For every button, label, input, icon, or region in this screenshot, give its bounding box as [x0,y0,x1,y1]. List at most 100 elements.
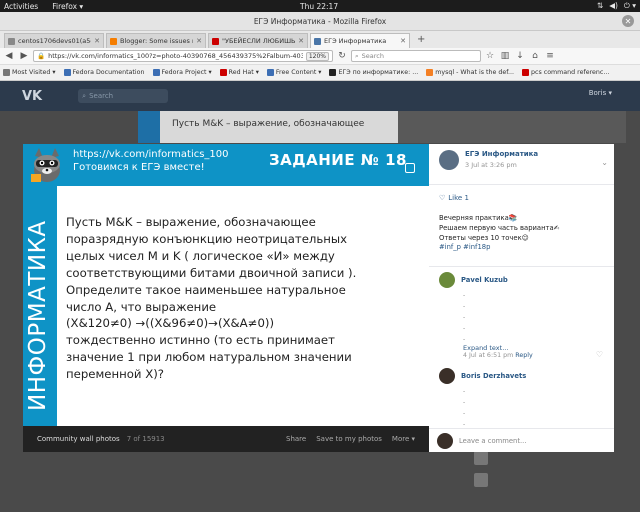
menu-icon[interactable]: ≡ [544,50,556,62]
downloads-icon[interactable]: ↓ [514,50,526,62]
avatar[interactable] [439,368,455,384]
power-icon: ⏻ ▾ [623,1,636,10]
close-tab-icon[interactable]: ✕ [94,37,100,45]
vk-search-input[interactable]: ⌕ Search [78,89,169,103]
folder-icon [219,69,227,76]
bookmark-red-hat[interactable]: Red Hat ▾ [219,69,259,76]
bookmark-ege[interactable]: ЕГЭ по информатике: ... [329,69,418,76]
bookmark-free-content[interactable]: Free Content ▾ [266,69,321,76]
comment-item: Boris Derzhavets . . . . [439,368,609,429]
youtube-icon [212,37,219,45]
task-text: Пусть M&K – выражение, обозначающее пора… [66,215,357,382]
search-icon: ⌕ [82,91,87,100]
back-icon[interactable]: ◀ [3,50,15,62]
comment-item: Pavel Kuzub . . . . . Expand text... 4 J… [439,272,609,359]
url-text: https://vk.com/informatics_100?z=photo-4… [48,52,303,60]
window-titlebar: ЕГЭ Информатика - Mozilla Firefox ✕ [0,12,640,31]
gear-icon [3,69,10,76]
comment-date[interactable]: 4 Jul at 6:51 pm [463,352,513,359]
redhat-icon [521,69,529,76]
navigation-bar: ◀ ▶ 🔒 https://vk.com/informatics_100?z=p… [0,48,640,65]
bookmark-mysql[interactable]: mysql - What is the def... [426,69,514,76]
bookmark-fedora-docs[interactable]: Fedora Documentation [63,69,145,76]
folder-icon [266,69,274,76]
task-title: ЗАДАНИЕ № 18 [269,151,407,169]
comments-panel: ЕГЭ Информатика 3 Jul at 3:26 pm ⌄ ♡ Lik… [429,144,614,452]
close-tab-icon[interactable]: ✕ [298,37,304,45]
ege-icon [329,69,337,76]
avatar[interactable] [439,272,455,288]
window-title: ЕГЭ Информатика - Mozilla Firefox [253,16,387,26]
background-post-strip [138,111,160,143]
bookmark-most-visited[interactable]: Most Visited ▾ [3,69,56,76]
post-text: Вечерняя практика📚 Решаем первую часть в… [439,214,560,253]
photo-subtitle: Готовимся к ЕГЭ вместе! [73,162,205,173]
photo-side-banner: ИНФОРМАТИКА [23,186,57,426]
photo-toolbar: Community wall photos 7 of 15913 Share S… [23,426,429,452]
tab-favicon-icon [8,37,15,45]
photo-image[interactable]: https://vk.com/informatics_100 Готовимся… [23,144,429,452]
lock-icon: 🔒 [37,52,46,60]
search-icon: ⌕ [355,51,359,60]
background-image [398,111,626,143]
reload-icon[interactable]: ↻ [336,50,348,62]
vertical-label: ИНФОРМАТИКА [25,220,51,411]
comment-text: . . . . . [463,290,466,342]
comment-meta: 4 Jul at 6:51 pm Reply [463,352,609,359]
folder-icon [152,69,160,76]
share-button[interactable]: Share [286,435,306,443]
fullscreen-icon[interactable] [405,163,415,173]
avatar [437,432,453,449]
save-to-photos-button[interactable]: Save to my photos [316,435,382,443]
owner-name[interactable]: ЕГЭ Информатика [465,150,538,158]
system-tray[interactable]: ⇅ ◀) ⏻ ▾ [597,1,636,11]
close-tab-icon[interactable]: ✕ [196,37,202,45]
home-icon[interactable]: ⌂ [529,50,541,62]
vk-logo[interactable]: VK [22,89,42,104]
tab-youtube[interactable]: "УБЕЙЕСЛИ ЛЮБИШЬ ✕ [208,33,308,48]
more-button[interactable]: More ▾ [392,435,415,443]
post-owner: ЕГЭ Информатика 3 Jul at 3:26 pm [439,150,538,170]
background-post: Пусть M&K – выражение, обозначающее [138,111,398,143]
library-icon[interactable]: ▥ [499,50,511,62]
tab-blogger[interactable]: Blogger: Some issues re ✕ [106,33,206,48]
clock[interactable]: Thu 22:17 [300,2,338,11]
bookmark-pcs[interactable]: pcs command referenc... [521,69,609,76]
forward-icon[interactable]: ▶ [18,50,30,62]
hashtags[interactable]: #inf_p #inf18p [439,243,559,253]
url-bar[interactable]: 🔒 https://vk.com/informatics_100?z=photo… [33,50,333,62]
activities-button[interactable]: Activities [4,2,38,11]
network-icon: ⇅ [596,1,604,10]
vk-header: VK ⌕ Search Boris ▾ [0,81,640,111]
post-date[interactable]: 3 Jul at 3:26 pm [465,161,538,169]
reply-button[interactable]: Reply [515,352,532,359]
vk-user-menu[interactable]: Boris ▾ [589,89,612,97]
volume-icon: ◀) [609,1,618,10]
chevron-down-icon[interactable]: ⌄ [601,158,608,167]
comment-author[interactable]: Boris Derzhavets [461,372,526,380]
photo-viewer: https://vk.com/informatics_100 Готовимся… [23,144,614,452]
like-button[interactable]: ♡ Like 1 [439,194,469,202]
new-tab-button[interactable]: + [412,33,430,48]
photo-link-text: https://vk.com/informatics_100 [73,149,229,160]
heart-icon: ♡ [439,194,446,202]
zoom-level[interactable]: 120% [305,51,329,61]
close-tab-icon[interactable]: ✕ [400,37,406,45]
tab-vk[interactable]: ЕГЭ Информатика ✕ [310,33,410,48]
comment-input[interactable]: Leave a comment... [429,428,614,452]
bookmark-star-icon[interactable]: ☆ [484,50,496,62]
app-menu[interactable]: Firefox ▾ [52,2,83,11]
album-label[interactable]: Community wall photos [37,435,120,443]
expand-text-link[interactable]: Expand text... [463,344,609,352]
avatar[interactable] [439,150,459,170]
divider [429,266,614,267]
search-input[interactable]: ⌕ Search [351,50,481,62]
close-window-icon[interactable]: ✕ [622,15,634,27]
comment-author[interactable]: Pavel Kuzub [461,276,508,284]
bookmarks-toolbar: Most Visited ▾ Fedora Documentation Fedo… [0,65,640,81]
heart-icon[interactable]: ♡ [596,350,603,359]
bookmark-fedora-project[interactable]: Fedora Project ▾ [152,69,212,76]
tab-centos[interactable]: centos1706devs01(a5eb01c:✕ [4,33,104,48]
os-top-bar: Activities Firefox ▾ Thu 22:17 ⇅ ◀) ⏻ ▾ [0,0,640,12]
fedora-icon [63,69,71,76]
